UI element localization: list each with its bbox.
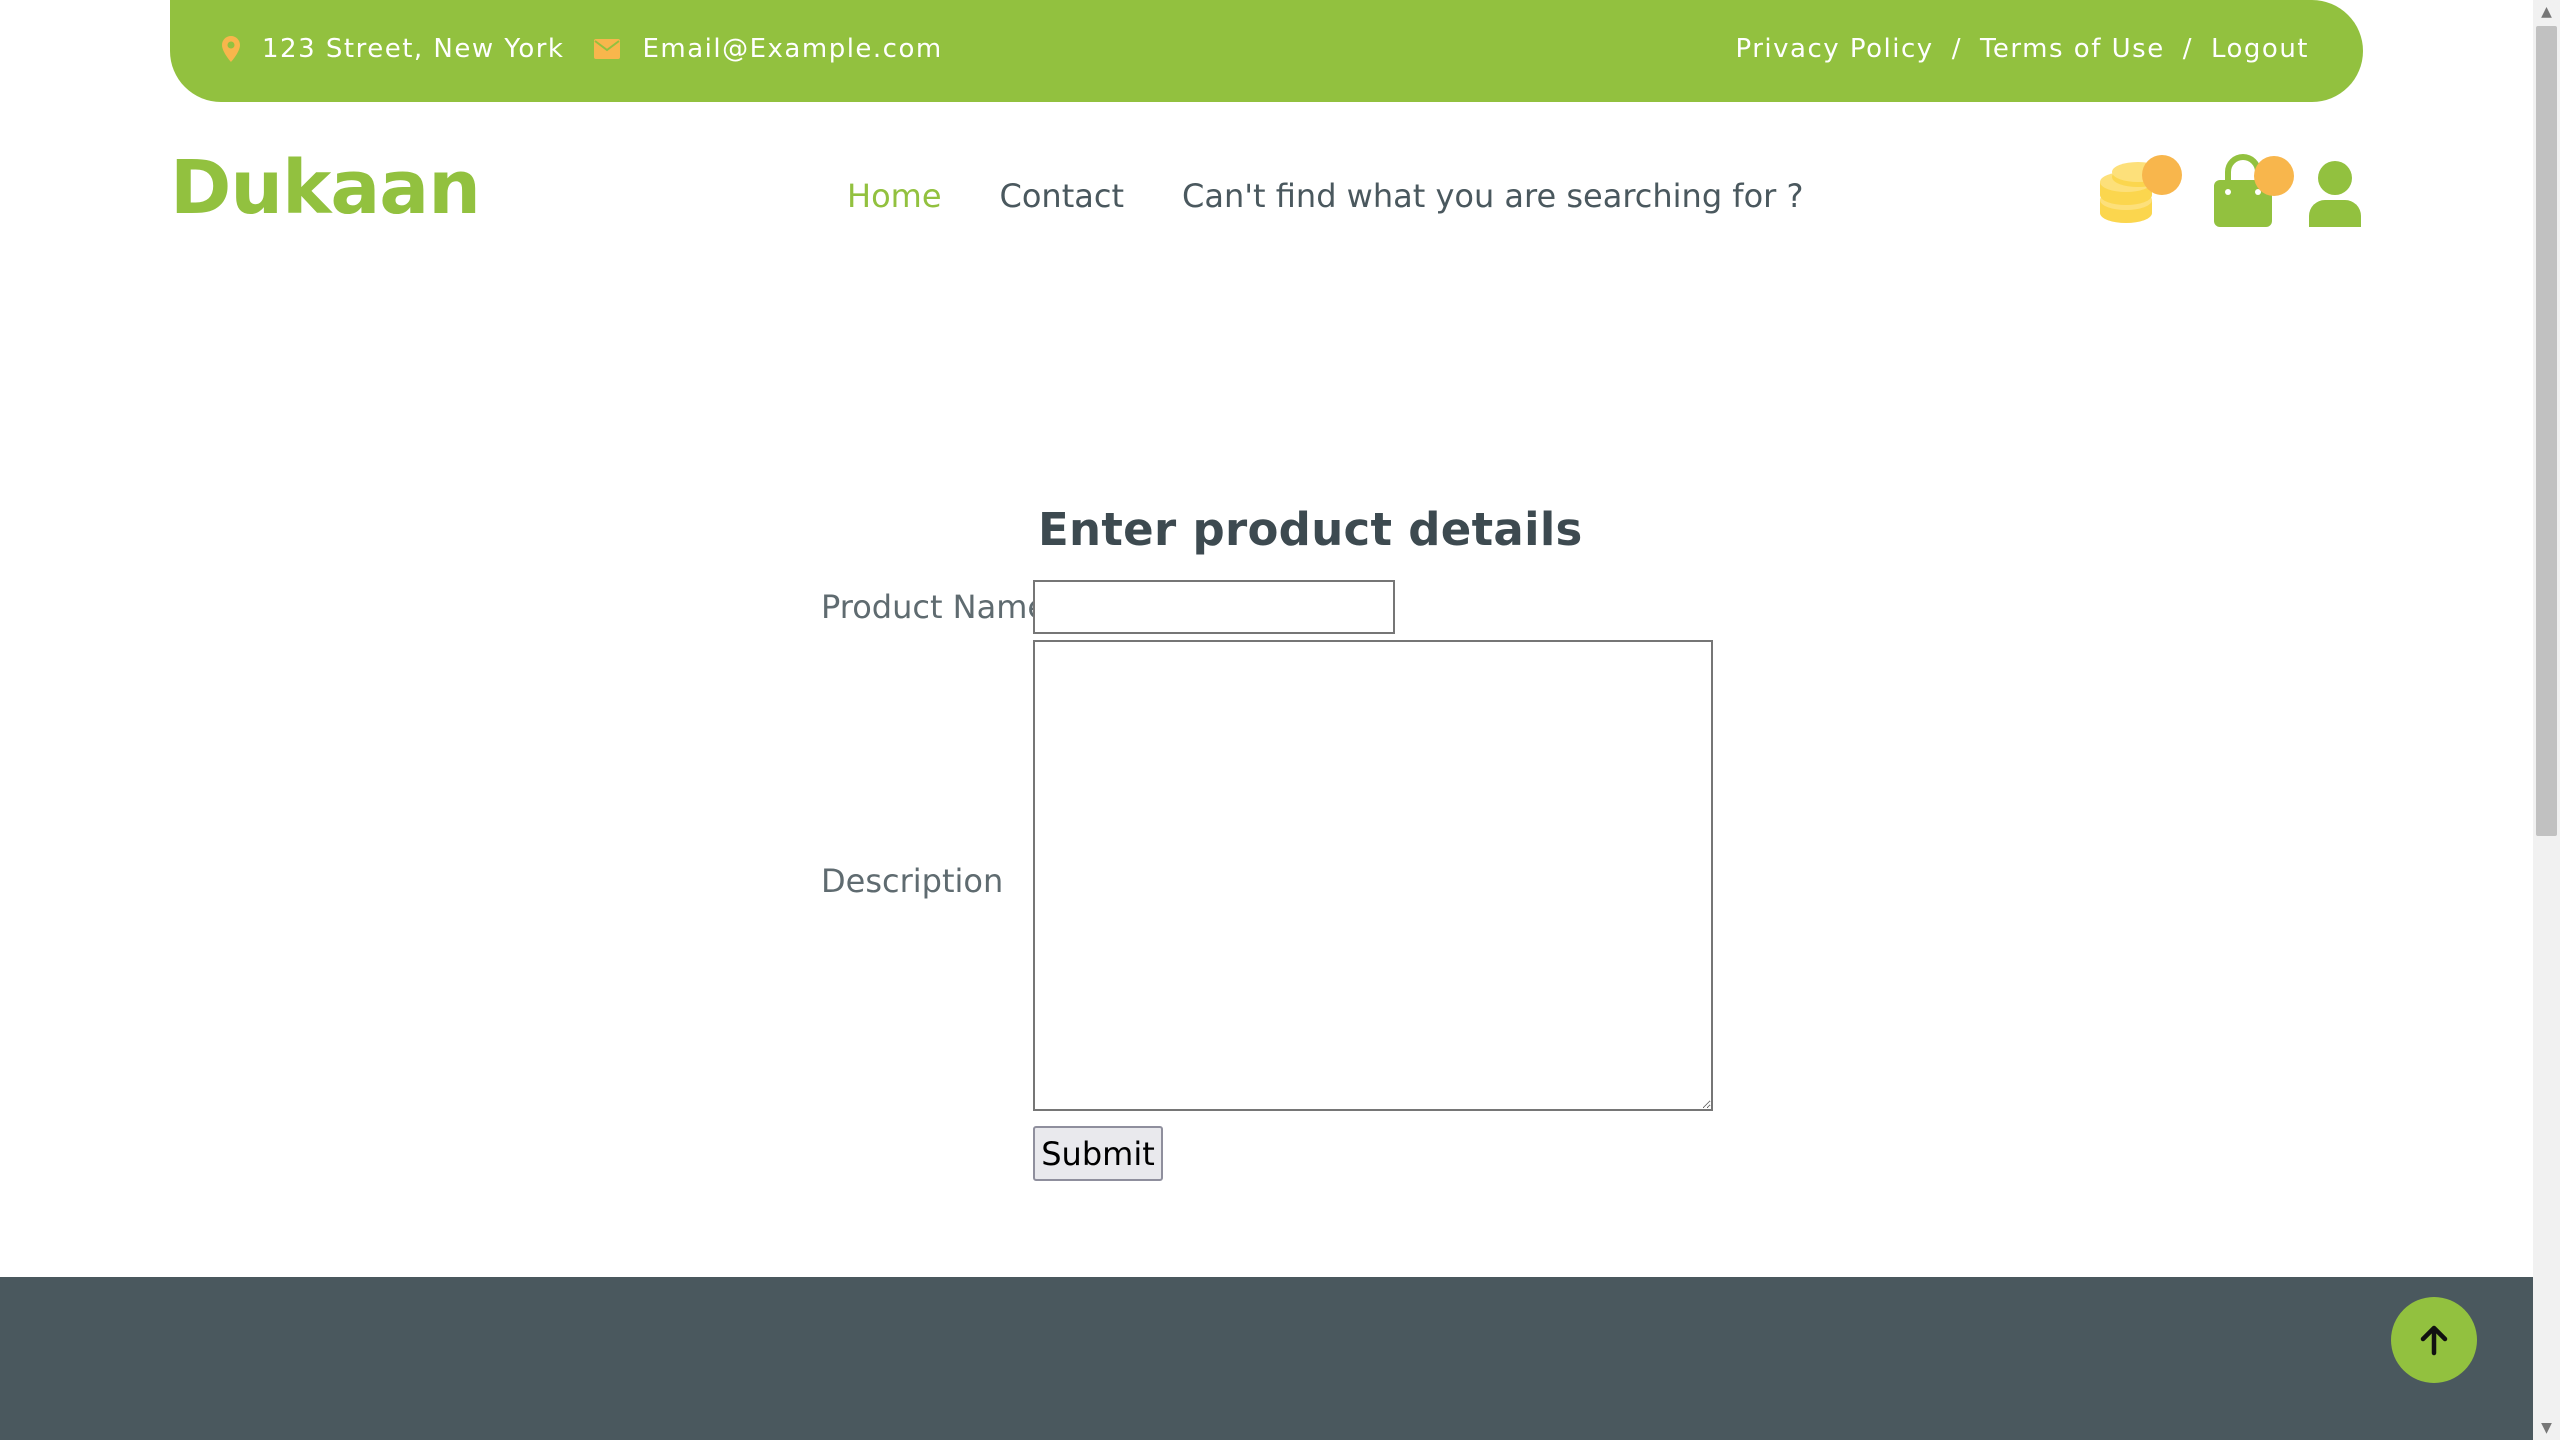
nav-contact[interactable]: Contact (1000, 177, 1125, 215)
top-links: Privacy Policy / Terms of Use / Logout (1736, 34, 2310, 64)
main-nav: Home Contact Can't find what you are sea… (847, 177, 1861, 215)
privacy-policy-link[interactable]: Privacy Policy (1736, 34, 1934, 64)
description-textarea[interactable] (1033, 640, 1713, 1111)
user-icon (2309, 161, 2361, 227)
email-item: Email@Example.com (594, 34, 942, 64)
product-name-input[interactable] (1033, 580, 1395, 634)
coins-badge (2142, 155, 2182, 195)
back-to-top-button[interactable] (2391, 1297, 2477, 1383)
logout-link[interactable]: Logout (2211, 34, 2309, 64)
cart-button[interactable] (2208, 150, 2294, 230)
product-name-label: Product Name (821, 588, 1048, 626)
link-separator: / (1951, 34, 1962, 64)
terms-of-use-link[interactable]: Terms of Use (1980, 34, 2165, 64)
submit-button[interactable]: Submit (1033, 1126, 1163, 1181)
arrow-up-icon (2420, 1325, 2448, 1356)
scrollbar-thumb[interactable] (2536, 26, 2557, 836)
email-text: Email@Example.com (642, 34, 943, 64)
page: 123 Street, New York Email@Example.com P… (0, 0, 2533, 1440)
footer (0, 1277, 2533, 1440)
address-item: 123 Street, New York (222, 34, 564, 64)
description-label: Description (821, 862, 1004, 900)
map-marker-icon (222, 36, 240, 62)
form-title: Enter product details (1038, 503, 1583, 556)
vertical-scrollbar[interactable]: ▲ ▼ (2533, 0, 2560, 1440)
envelope-icon (594, 39, 621, 59)
account-button[interactable] (2307, 150, 2363, 230)
coins-button[interactable] (2098, 150, 2182, 230)
scroll-down-arrow-icon[interactable]: ▼ (2533, 1416, 2560, 1440)
scroll-up-arrow-icon[interactable]: ▲ (2533, 0, 2560, 24)
contact-info: 123 Street, New York Email@Example.com (222, 34, 973, 64)
cart-badge (2254, 156, 2294, 196)
nav-home[interactable]: Home (847, 177, 942, 215)
site-logo[interactable]: Dukaan (170, 145, 481, 231)
link-separator: / (2182, 34, 2193, 64)
nav-search-help[interactable]: Can't find what you are searching for ? (1182, 177, 1803, 215)
address-text: 123 Street, New York (262, 34, 565, 64)
top-bar: 123 Street, New York Email@Example.com P… (170, 0, 2363, 102)
